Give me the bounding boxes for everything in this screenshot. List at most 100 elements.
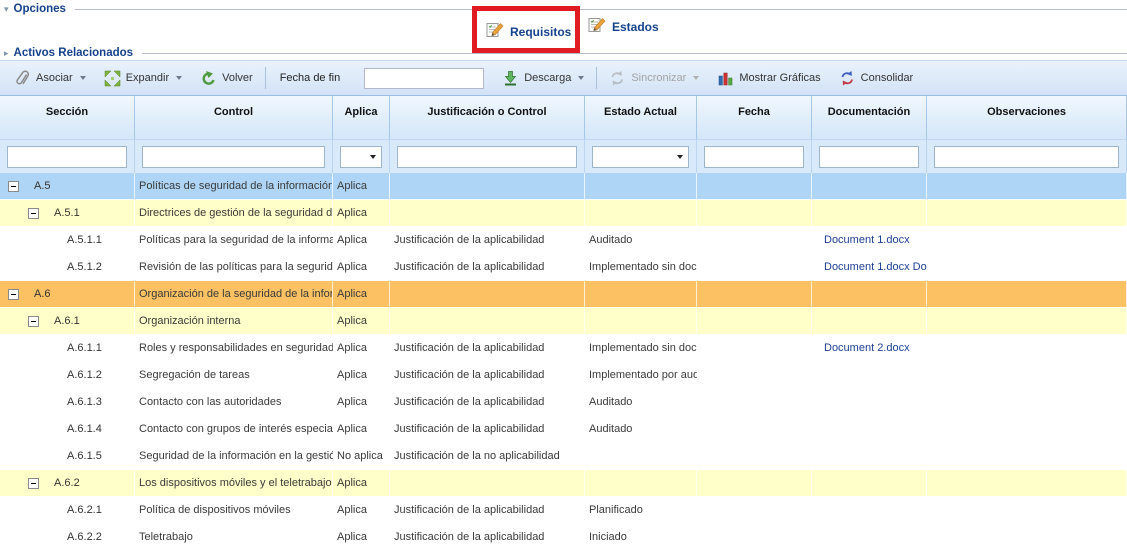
fecha-cell	[697, 470, 812, 496]
observaciones-cell	[927, 470, 1127, 496]
documentacion-cell	[812, 470, 927, 496]
fecha-cell	[697, 173, 812, 199]
expandir-button[interactable]: Expandir	[100, 67, 186, 90]
control-cell: Políticas de seguridad de la información	[135, 173, 333, 199]
justificacion-cell: Justificación de la aplicabilidad	[390, 227, 585, 253]
documentacion-cell	[812, 443, 927, 469]
observaciones-cell	[927, 173, 1127, 199]
table-row[interactable]: A.5.1.2 Revisión de las políticas para l…	[0, 254, 1127, 281]
grid-body: A.5 Políticas de seguridad de la informa…	[0, 173, 1127, 551]
estado-cell: Implementado por aud	[585, 362, 697, 388]
documentacion-cell	[812, 497, 927, 523]
column-header-documentacion[interactable]: Documentación	[812, 96, 927, 140]
justificacion-cell: Justificación de la aplicabilidad	[390, 389, 585, 415]
filter-observaciones-input[interactable]	[934, 146, 1119, 168]
collapse-minus-icon[interactable]	[8, 181, 19, 192]
table-row[interactable]: A.6.1.3 Contacto con las autoridades Apl…	[0, 389, 1127, 416]
collapse-toggle-icon[interactable]: ▾	[4, 4, 9, 14]
aplica-cell: Aplica	[333, 389, 390, 415]
estado-cell	[585, 281, 697, 307]
toolbar-separator	[596, 67, 597, 89]
section-cell: A.6.2	[0, 470, 135, 496]
table-row[interactable]: A.5.1.1 Políticas para la seguridad de l…	[0, 227, 1127, 254]
estado-cell	[585, 200, 697, 226]
grid-toolbar: Asociar Expandir Volver Fecha de fin Des…	[0, 60, 1127, 96]
table-row[interactable]: A.6.1.4 Contacto con grupos de interés e…	[0, 416, 1127, 443]
section-label: A.5.1	[54, 207, 80, 219]
filter-aplica-select[interactable]	[340, 146, 382, 168]
estados-button[interactable]: Estados	[588, 16, 659, 34]
section-cell: A.5	[0, 173, 135, 199]
aplica-cell: Aplica	[333, 470, 390, 496]
justificacion-cell: Justificación de la aplicabilidad	[390, 362, 585, 388]
document-link[interactable]: Document 1.docx	[820, 234, 910, 246]
documentacion-cell	[812, 173, 927, 199]
volver-button[interactable]: Volver	[196, 67, 257, 90]
filter-control-input[interactable]	[142, 146, 325, 168]
estado-cell: Planificado	[585, 497, 697, 523]
fecha-de-fin-input[interactable]	[364, 68, 484, 89]
consolidar-label: Consolidar	[861, 72, 914, 84]
control-cell: Políticas para la seguridad de la inform…	[135, 227, 333, 253]
observaciones-cell	[927, 497, 1127, 523]
fecha-cell	[697, 281, 812, 307]
table-row[interactable]: A.6.2.2 Teletrabajo Aplica Justificación…	[0, 524, 1127, 551]
filter-justificacion-input[interactable]	[397, 146, 577, 168]
volver-label: Volver	[222, 72, 253, 84]
document-link[interactable]: Document 1.docx Doc	[820, 261, 927, 273]
sincronizar-button: Sincronizar	[605, 67, 703, 90]
divider	[75, 9, 1127, 10]
section-cell: A.6.2.2	[0, 524, 135, 550]
expand-toggle-icon[interactable]: ▸	[4, 48, 9, 58]
table-row[interactable]: A.6.2 Los dispositivos móviles y el tele…	[0, 470, 1127, 497]
column-header-control[interactable]: Control	[135, 96, 333, 140]
table-row[interactable]: A.5 Políticas de seguridad de la informa…	[0, 173, 1127, 200]
mostrar-graficas-button[interactable]: Mostrar Gráficas	[713, 67, 824, 90]
table-row[interactable]: A.6.1.5 Seguridad de la información en l…	[0, 443, 1127, 470]
table-row[interactable]: A.6.1.2 Segregación de tareas Aplica Jus…	[0, 362, 1127, 389]
section-label: A.6.1.3	[67, 396, 102, 408]
fecha-de-fin-label: Fecha de fin	[280, 72, 341, 84]
observaciones-cell	[927, 524, 1127, 550]
section-label: A.6.2.1	[67, 504, 102, 516]
documentacion-cell	[812, 362, 927, 388]
collapse-minus-icon[interactable]	[28, 478, 39, 489]
section-cell: A.6.1	[0, 308, 135, 334]
descarga-button[interactable]: Descarga	[498, 67, 588, 90]
consolidar-button[interactable]: Consolidar	[835, 67, 918, 90]
collapse-minus-icon[interactable]	[28, 208, 39, 219]
observaciones-cell	[927, 389, 1127, 415]
aplica-cell: Aplica	[333, 227, 390, 253]
table-row[interactable]: A.6 Organización de la seguridad de la i…	[0, 281, 1127, 308]
filter-documentacion-input[interactable]	[819, 146, 919, 168]
sincronizar-label: Sincronizar	[631, 72, 686, 84]
control-cell: Los dispositivos móviles y el teletrabaj…	[135, 470, 333, 496]
table-row[interactable]: A.6.1.1 Roles y responsabilidades en seg…	[0, 335, 1127, 362]
asociar-button[interactable]: Asociar	[10, 67, 90, 90]
estado-cell: Implementado sin docu	[585, 254, 697, 280]
column-header-justificacion[interactable]: Justificación o Control	[390, 96, 585, 140]
highlight-annotation-box: Requisitos	[472, 6, 580, 53]
filter-seccion-input[interactable]	[7, 146, 127, 168]
opciones-panel-title: Opciones	[14, 3, 66, 15]
table-row[interactable]: A.5.1 Directrices de gestión de la segur…	[0, 200, 1127, 227]
column-header-seccion[interactable]: Sección	[0, 96, 135, 140]
toolbar-separator	[265, 67, 266, 89]
justificacion-cell	[390, 308, 585, 334]
aplica-cell: Aplica	[333, 524, 390, 550]
filter-estado-select[interactable]	[592, 146, 689, 168]
fecha-cell	[697, 389, 812, 415]
estado-cell	[585, 173, 697, 199]
filter-fecha-input[interactable]	[704, 146, 804, 168]
column-header-aplica[interactable]: Aplica	[333, 96, 390, 140]
collapse-minus-icon[interactable]	[8, 289, 19, 300]
document-link[interactable]: Document 2.docx	[820, 342, 910, 354]
column-header-observaciones[interactable]: Observaciones	[927, 96, 1127, 140]
table-row[interactable]: A.6.2.1 Política de dispositivos móviles…	[0, 497, 1127, 524]
section-label: A.5	[34, 180, 51, 192]
column-header-estado-actual[interactable]: Estado Actual	[585, 96, 697, 140]
requisitos-button[interactable]: Requisitos	[486, 21, 571, 39]
table-row[interactable]: A.6.1 Organización interna Aplica	[0, 308, 1127, 335]
column-header-fecha[interactable]: Fecha	[697, 96, 812, 140]
collapse-minus-icon[interactable]	[28, 316, 39, 327]
